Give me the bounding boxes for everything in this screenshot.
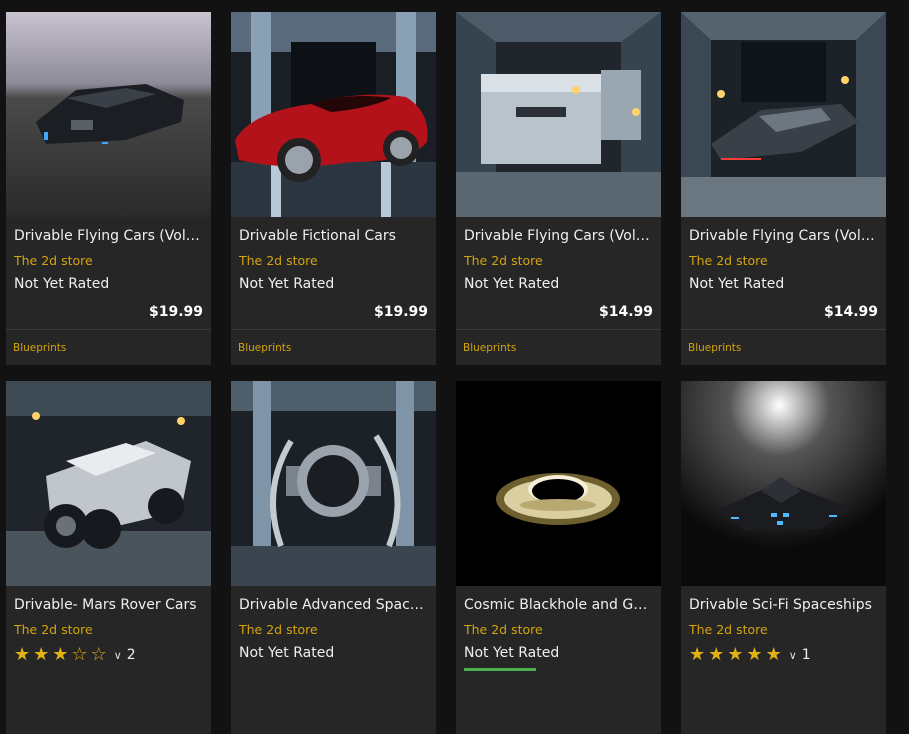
product-thumbnail[interactable]	[231, 12, 436, 217]
product-title[interactable]: Drivable Advanced Spaces...	[239, 597, 429, 613]
star-icon: ★	[52, 644, 69, 665]
rating-status: Not Yet Rated	[239, 276, 335, 292]
product-thumbnail[interactable]	[681, 381, 886, 586]
seller-link[interactable]: The 2d store	[464, 622, 543, 637]
product-card[interactable]: Drivable- Mars Rover Cars The 2d store ★…	[6, 381, 211, 734]
product-title[interactable]: Drivable Flying Cars (Vol 1)	[689, 228, 879, 244]
product-price: $19.99	[148, 304, 203, 320]
progress-indicator	[464, 668, 536, 671]
product-card[interactable]: Drivable Fictional Cars The 2d store Not…	[231, 12, 436, 365]
star-icon: ☆	[90, 644, 107, 665]
star-icon: ★	[727, 644, 744, 665]
star-icon: ★	[746, 644, 763, 665]
card-divider	[456, 329, 661, 330]
product-title[interactable]: Drivable Fictional Cars	[239, 228, 429, 244]
seller-link[interactable]: The 2d store	[14, 253, 93, 268]
product-thumbnail[interactable]	[6, 381, 211, 586]
product-price: $14.99	[823, 304, 878, 320]
product-thumbnail[interactable]	[456, 12, 661, 217]
seller-link[interactable]: The 2d store	[689, 622, 768, 637]
product-card[interactable]: Drivable Sci-Fi Spaceships The 2d store …	[681, 381, 886, 734]
star-icon: ★	[765, 644, 782, 665]
category-tag[interactable]: Blueprints	[13, 342, 66, 354]
seller-link[interactable]: The 2d store	[689, 253, 768, 268]
star-icon: ★	[33, 644, 50, 665]
rating-status: Not Yet Rated	[689, 276, 785, 292]
category-tag[interactable]: Blueprints	[688, 342, 741, 354]
star-rating[interactable]: ★ ★ ★ ★ ★ ∨ 1	[689, 646, 811, 664]
product-price: $19.99	[373, 304, 428, 320]
product-thumbnail[interactable]	[456, 381, 661, 586]
product-card[interactable]: Drivable Flying Cars (Vol 3) The 2d stor…	[6, 12, 211, 365]
product-title[interactable]: Drivable Flying Cars (Vol 2)	[464, 228, 654, 244]
category-tag[interactable]: Blueprints	[238, 342, 291, 354]
product-card[interactable]: Drivable Flying Cars (Vol 1) The 2d stor…	[681, 12, 886, 365]
seller-link[interactable]: The 2d store	[464, 253, 543, 268]
star-icon: ☆	[71, 644, 88, 665]
card-divider	[681, 329, 886, 330]
star-icon: ★	[708, 644, 725, 665]
seller-link[interactable]: The 2d store	[239, 253, 318, 268]
category-tag[interactable]: Blueprints	[463, 342, 516, 354]
star-rating[interactable]: ★ ★ ★ ☆ ☆ ∨ 2	[14, 646, 136, 664]
chevron-down-icon[interactable]: ∨	[789, 649, 797, 662]
product-thumbnail[interactable]	[681, 12, 886, 217]
product-grid: Drivable Flying Cars (Vol 3) The 2d stor…	[6, 12, 886, 734]
product-thumbnail[interactable]	[6, 12, 211, 217]
product-title[interactable]: Cosmic Blackhole and Gala...	[464, 597, 654, 613]
star-icon: ★	[689, 644, 706, 665]
product-card[interactable]: Drivable Flying Cars (Vol 2) The 2d stor…	[456, 12, 661, 365]
star-icon: ★	[14, 644, 31, 665]
seller-link[interactable]: The 2d store	[239, 622, 318, 637]
product-thumbnail[interactable]	[231, 381, 436, 586]
seller-link[interactable]: The 2d store	[14, 622, 93, 637]
product-card[interactable]: Drivable Advanced Spaces... The 2d store…	[231, 381, 436, 734]
product-title[interactable]: Drivable Sci-Fi Spaceships	[689, 597, 879, 613]
product-price: $14.99	[598, 304, 653, 320]
card-divider	[6, 329, 211, 330]
chevron-down-icon[interactable]: ∨	[114, 649, 122, 662]
rating-status: Not Yet Rated	[239, 645, 335, 661]
rating-count: 1	[801, 647, 811, 663]
rating-status: Not Yet Rated	[464, 645, 560, 661]
rating-status: Not Yet Rated	[464, 276, 560, 292]
product-title[interactable]: Drivable Flying Cars (Vol 3)	[14, 228, 204, 244]
product-card[interactable]: Cosmic Blackhole and Gala... The 2d stor…	[456, 381, 661, 734]
rating-count: 2	[126, 647, 136, 663]
product-title[interactable]: Drivable- Mars Rover Cars	[14, 597, 204, 613]
card-divider	[231, 329, 436, 330]
rating-status: Not Yet Rated	[14, 276, 110, 292]
